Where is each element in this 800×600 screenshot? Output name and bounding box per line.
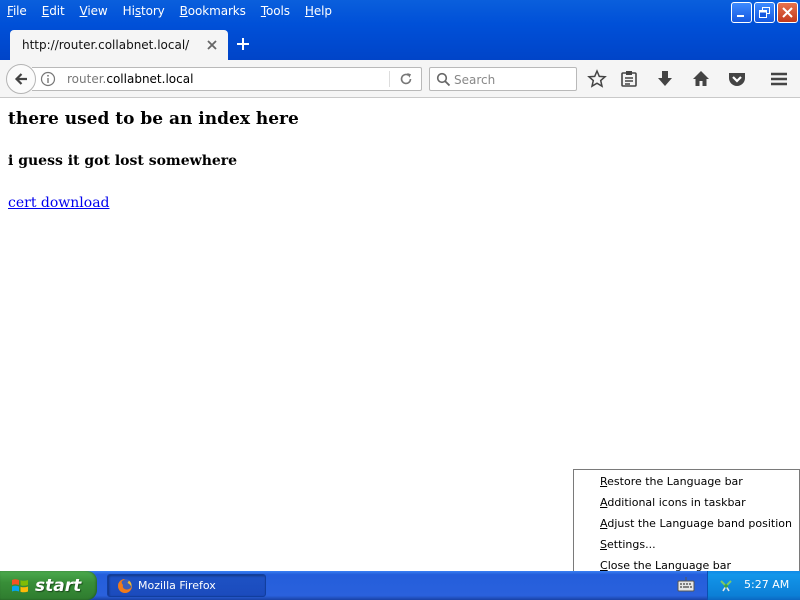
restore-icon [759, 7, 770, 18]
page-subheading: i guess it got lost somewhere [8, 153, 238, 169]
close-tab-icon [207, 40, 217, 50]
language-bar-context-menu: Restore the Language bar Additional icon… [573, 469, 800, 576]
download-icon[interactable] [655, 69, 675, 89]
close-icon [782, 7, 793, 18]
restore-button[interactable] [754, 2, 775, 23]
url-bar[interactable]: router.collabnet.local [32, 67, 422, 91]
menu-history[interactable]: History [123, 4, 165, 18]
taskbar-firefox-button[interactable]: Mozilla Firefox [107, 574, 266, 597]
minimize-button[interactable] [731, 2, 752, 23]
taskbar: start Mozilla Firefox 5:27 AM [0, 571, 800, 600]
menu-gutter [574, 470, 595, 575]
close-window-button[interactable] [777, 2, 798, 23]
search-icon [436, 72, 451, 87]
menu-bar: File Edit View History Bookmarks Tools H… [0, 0, 347, 22]
start-label: start [35, 575, 82, 596]
back-arrow-icon [14, 73, 27, 85]
menu-help[interactable]: Help [305, 4, 332, 18]
bookmark-star-icon[interactable] [587, 69, 607, 89]
menu-item-settings[interactable]: Settings... [600, 538, 656, 551]
menu-bookmarks[interactable]: Bookmarks [180, 4, 246, 18]
page-heading: there used to be an index here [8, 109, 299, 129]
pocket-icon[interactable] [727, 69, 747, 89]
menu-tools[interactable]: Tools [261, 4, 290, 18]
search-box[interactable]: Search [429, 67, 577, 91]
info-icon[interactable] [40, 71, 56, 87]
url-separator [389, 71, 390, 87]
tab-router[interactable]: http://router.collabnet.local/ [10, 30, 228, 60]
taskbar-clock[interactable]: 5:27 AM [744, 578, 789, 591]
menu-file[interactable]: File [7, 4, 27, 18]
back-button[interactable] [6, 64, 36, 94]
firefox-icon [118, 578, 132, 593]
navigation-bar: router.collabnet.local Search [0, 60, 800, 98]
search-placeholder: Search [454, 73, 496, 87]
cert-download-link[interactable]: cert download [8, 195, 110, 211]
url-text[interactable]: router.collabnet.local [67, 72, 193, 86]
menu-item-restore-language-bar[interactable]: Restore the Language bar [600, 475, 743, 488]
system-tray: 5:27 AM [707, 571, 800, 600]
new-tab-button[interactable] [234, 35, 252, 53]
plus-icon [237, 38, 249, 50]
menu-item-adjust-language-band[interactable]: Adjust the Language band position [600, 517, 792, 530]
home-icon[interactable] [691, 69, 711, 89]
minimize-icon [737, 15, 744, 17]
menu-view[interactable]: View [80, 4, 108, 18]
tab-close-button[interactable] [204, 37, 220, 53]
taskbar-firefox-label: Mozilla Firefox [138, 579, 216, 592]
window-titlebar: File Edit View History Bookmarks Tools H… [0, 0, 800, 60]
start-button[interactable]: start [0, 571, 97, 600]
network-status-icon[interactable] [718, 577, 734, 593]
reload-icon[interactable] [399, 72, 413, 86]
menu-edit[interactable]: Edit [42, 4, 65, 18]
reading-list-icon[interactable] [619, 69, 639, 89]
hamburger-menu-icon[interactable] [769, 69, 789, 89]
language-bar-keyboard-icon[interactable] [677, 576, 695, 594]
tab-title: http://router.collabnet.local/ [22, 38, 190, 52]
window-controls [731, 2, 798, 23]
windows-logo-icon [12, 578, 28, 592]
menu-item-additional-icons[interactable]: Additional icons in taskbar [600, 496, 746, 509]
